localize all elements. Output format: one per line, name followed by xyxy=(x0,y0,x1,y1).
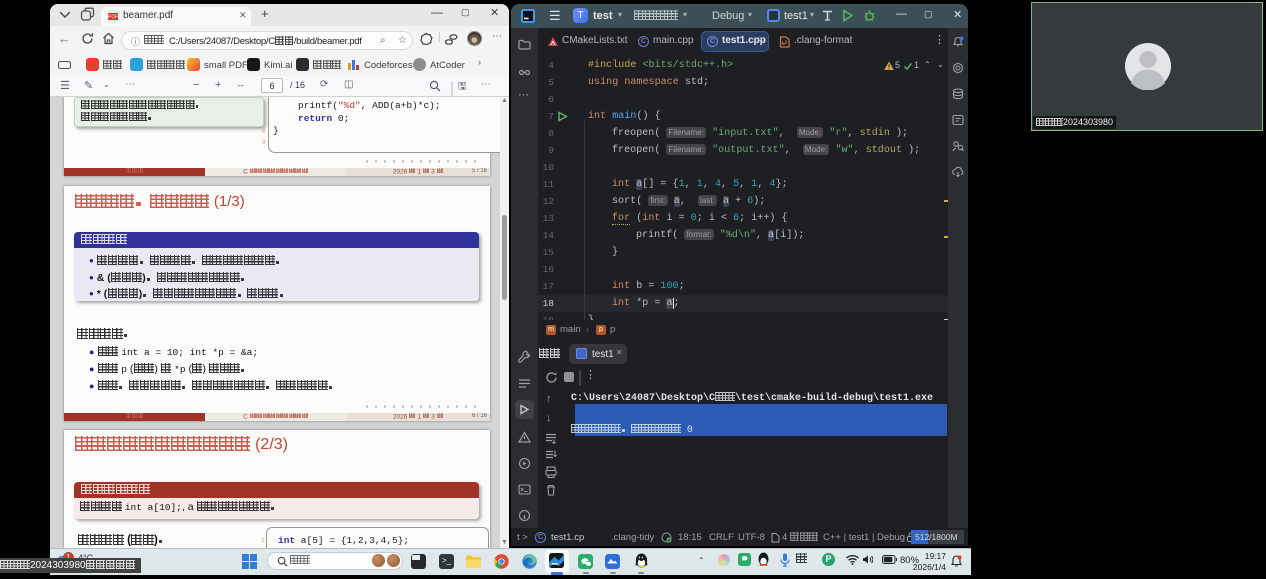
svg-text:PDF: PDF xyxy=(108,15,118,21)
